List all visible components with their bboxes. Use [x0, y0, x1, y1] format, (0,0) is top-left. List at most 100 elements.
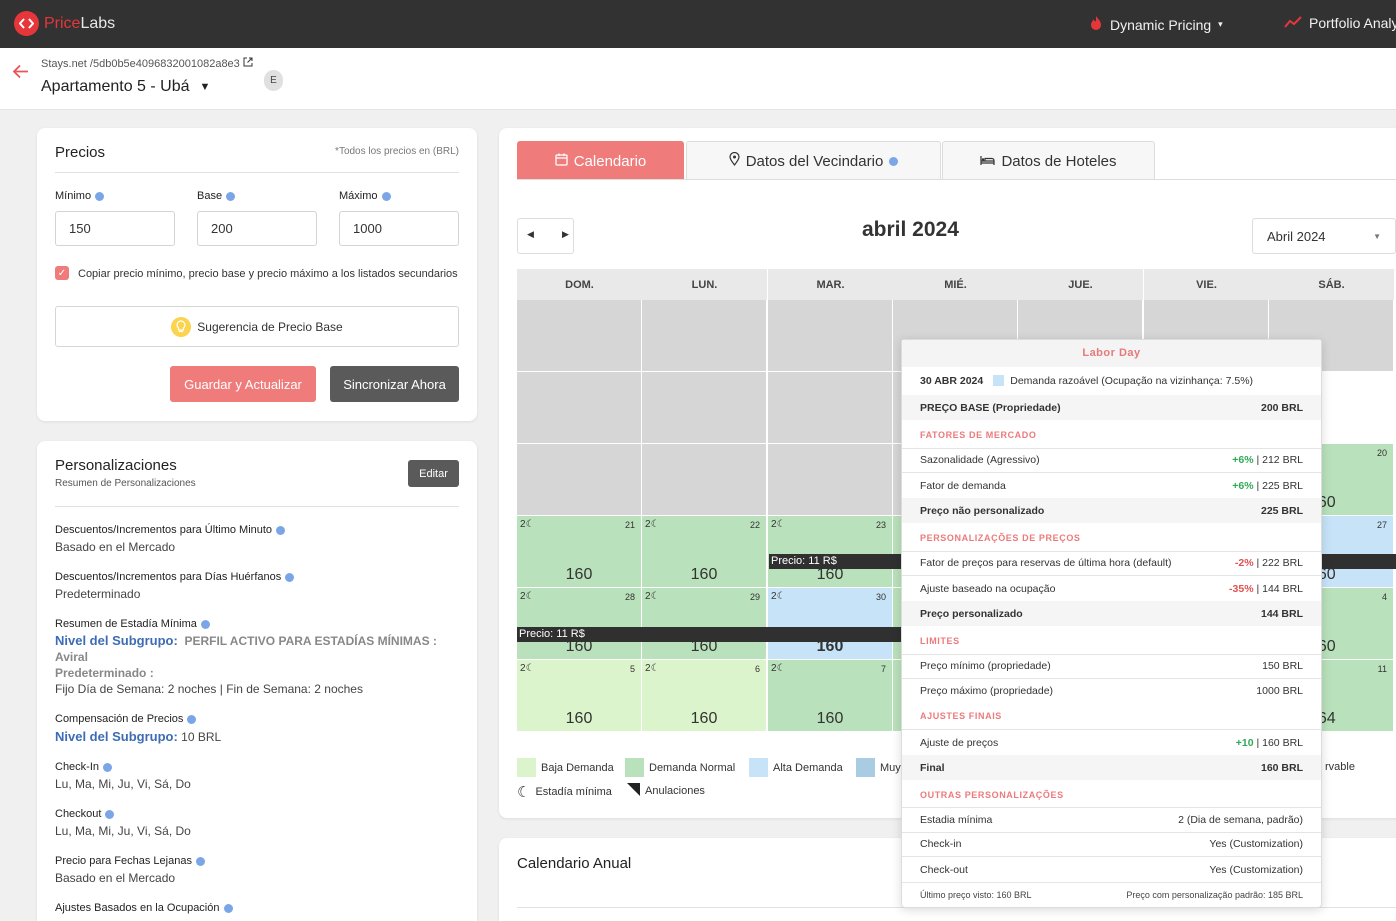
- calendar-cell-empty: [517, 444, 641, 515]
- calendar-cell-empty: [768, 372, 892, 443]
- month-select-value: Abril 2024: [1267, 228, 1326, 244]
- max-price-input[interactable]: [339, 211, 459, 246]
- info-icon[interactable]: [381, 191, 391, 201]
- dow-sun: DOM.: [517, 269, 642, 300]
- prices-title: Precios: [55, 144, 106, 161]
- orphan-days-title: Descuentos/Incrementos para Días Huérfan…: [55, 571, 295, 583]
- info-icon[interactable]: [276, 525, 286, 535]
- legend-low-demand: Baja Demanda: [517, 758, 614, 777]
- nav-dynamic-pricing[interactable]: Dynamic Pricing ▾: [1089, 15, 1223, 34]
- prev-month-icon[interactable]: ◀: [527, 229, 534, 240]
- min-price-label: Mínimo: [55, 190, 105, 202]
- calendar-cell-empty: [642, 372, 766, 443]
- info-icon[interactable]: [105, 809, 115, 819]
- calendar-cell[interactable]: 2☾ 6 160: [642, 660, 766, 731]
- info-icon[interactable]: [226, 191, 236, 201]
- legend-cancellations: Anulaciones: [627, 783, 705, 799]
- tab-hotels[interactable]: Datos de Hoteles: [942, 141, 1155, 180]
- back-arrow-icon[interactable]: [12, 64, 29, 82]
- base-price-suggestion-button[interactable]: Sugerencia de Precio Base: [55, 306, 459, 347]
- tooltip-checkout-row: Check-out Yes (Customization): [920, 863, 1303, 876]
- nav-portfolio-analytics[interactable]: Portfolio Analyt: [1284, 15, 1396, 31]
- info-icon[interactable]: [195, 856, 205, 866]
- legend-swatch: [749, 758, 768, 777]
- tooltip-checkin-row: Check-in Yes (Customization): [902, 832, 1321, 857]
- save-update-button[interactable]: Guardar y Actualizar: [170, 366, 316, 402]
- sync-now-button[interactable]: Sincronizar Ahora: [330, 366, 459, 402]
- far-dates-value: Basado en el Mercado: [55, 871, 176, 885]
- calendar-cell[interactable]: 2☾ 22 160: [642, 516, 766, 587]
- dow-mon: LUN.: [642, 269, 767, 300]
- dow-sat: SÁB.: [1269, 269, 1394, 300]
- dow-wed: MIÉ.: [893, 269, 1018, 300]
- calendar-cell-empty: [642, 444, 766, 515]
- tab-calendar[interactable]: Calendario: [517, 141, 684, 180]
- bed-icon: [980, 153, 996, 170]
- legend-swatch: [625, 758, 644, 777]
- calendar-cell[interactable]: 2☾ 21 160: [517, 516, 641, 587]
- avatar[interactable]: E: [264, 70, 283, 91]
- calendar-cell[interactable]: 2☾ 7 160: [768, 660, 892, 731]
- tooltip-section-final: AJUSTES FINAIS: [920, 711, 1002, 721]
- calendar-cell[interactable]: 2☾ 23 160: [768, 516, 892, 587]
- tooltip-perso-row: Preço personalizado 144 BRL: [902, 601, 1321, 626]
- external-link-icon[interactable]: [243, 57, 253, 70]
- calendar-cell[interactable]: 2☾ 29 160: [642, 588, 766, 659]
- calendar-cell-selected[interactable]: 2☾ 30 160: [768, 588, 892, 659]
- tab-calendar-label: Calendario: [573, 152, 647, 170]
- tooltip-section-market: FATORES DE MERCADO: [920, 430, 1037, 440]
- legend-very-high-demand: Muy: [856, 758, 901, 777]
- tooltip-max-row: Preço máximo (propriedade) 1000 BRL: [920, 684, 1303, 697]
- moon-icon: ☾: [776, 519, 786, 530]
- info-icon[interactable]: [889, 156, 899, 166]
- last-minute-title: Descuentos/Incrementos para Último Minut…: [55, 524, 286, 536]
- tooltip-occupancy-row: Ajuste baseado na ocupação -35% | 144 BRL: [920, 582, 1303, 595]
- moon-icon: ☾: [650, 591, 660, 602]
- month-select[interactable]: Abril 2024 ▼: [1252, 218, 1396, 254]
- legend-high-demand: Alta Demanda: [749, 758, 843, 777]
- last-minute-value: Basado en el Mercado: [55, 540, 176, 554]
- listing-title: Apartamento 5 - Ubá: [41, 78, 190, 95]
- pricelabs-logo[interactable]: Price Labs: [14, 11, 115, 36]
- breadcrumb: Stays.net /5db0b5e4096832001082a8e3: [41, 57, 253, 70]
- tooltip-demand-row: Fator de demanda +6% | 225 BRL: [920, 479, 1303, 492]
- caret-down-icon: ▾: [1218, 19, 1223, 29]
- base-price-input[interactable]: [197, 211, 317, 246]
- caret-down-icon: ▼: [199, 81, 211, 93]
- lightbulb-icon: [171, 316, 192, 337]
- listing-selector[interactable]: Apartamento 5 - Ubá ▼: [41, 78, 210, 96]
- info-icon[interactable]: [95, 191, 105, 201]
- info-icon[interactable]: [103, 762, 113, 772]
- moon-icon: ☾: [650, 663, 660, 674]
- price-bar[interactable]: Precio: 11 R$: [517, 627, 903, 642]
- orphan-days-value: Predeterminado: [55, 587, 141, 601]
- dow-fri: VIE.: [1144, 269, 1269, 300]
- moon-icon: ☾: [525, 591, 535, 602]
- legend-swatch: [856, 758, 875, 777]
- calendar-cell[interactable]: 2☾ 5 160: [517, 660, 641, 731]
- tab-neighborhood-label: Datos del Vecindario: [745, 152, 884, 170]
- copy-prices-checkbox[interactable]: ✓: [55, 266, 69, 280]
- demand-swatch: [993, 375, 1005, 386]
- divider: [55, 506, 459, 507]
- top-navbar: Price Labs Dynamic Pricing ▾ Portfolio An…: [0, 0, 1396, 48]
- tooltip-min-row: Preço mínimo (propriedade) 150 BRL: [902, 654, 1321, 679]
- calendar-cell-empty: [768, 444, 892, 515]
- info-icon[interactable]: [285, 572, 295, 582]
- far-dates-title: Precio para Fechas Lejanas: [55, 855, 205, 867]
- calendar-cell[interactable]: 2☾ 28 160: [517, 588, 641, 659]
- trend-chart-icon: [1284, 15, 1302, 31]
- check-in-value: Lu, Ma, Mi, Ju, Vi, Sá, Do: [55, 777, 191, 791]
- min-price-input[interactable]: [55, 211, 175, 246]
- checkout-value: Lu, Ma, Mi, Ju, Vi, Sá, Do: [55, 824, 191, 838]
- edit-button[interactable]: Editar: [408, 460, 459, 487]
- info-icon[interactable]: [187, 714, 197, 724]
- copy-prices-label: Copiar precio mínimo, precio base y prec…: [78, 268, 458, 280]
- tooltip-nonperso-row: Preço não personalizado 225 BRL: [902, 498, 1321, 523]
- tab-neighborhood[interactable]: Datos del Vecindario: [686, 141, 941, 180]
- price-bar[interactable]: Precio: 11 R$: [769, 554, 903, 569]
- info-icon[interactable]: [223, 903, 233, 913]
- moon-icon: ☾: [650, 519, 660, 530]
- info-icon[interactable]: [200, 619, 210, 629]
- next-month-icon[interactable]: ▶: [562, 229, 569, 240]
